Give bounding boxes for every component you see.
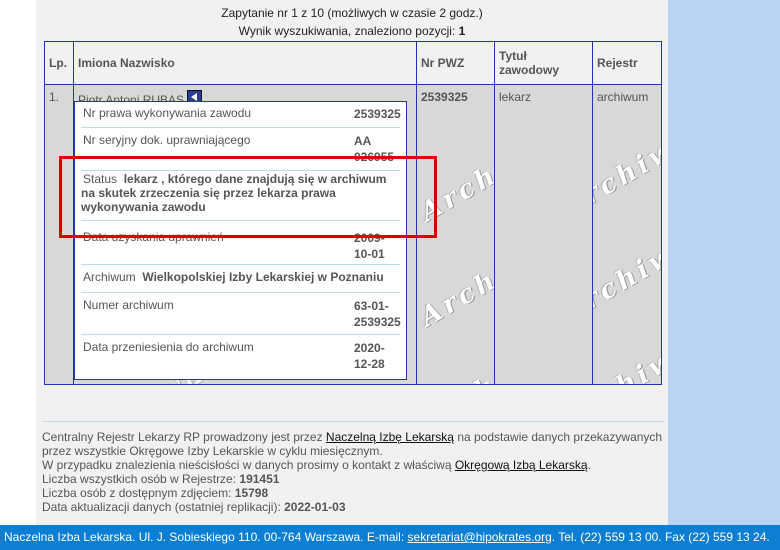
side-panel — [668, 0, 780, 525]
stat-total: 191451 — [239, 472, 280, 486]
footer-info: Centralny Rejestr Lekarzy RP prowadzony … — [42, 430, 672, 514]
stat-label: Data aktualizacji danych (ostatniej repl… — [42, 500, 285, 514]
nil-link[interactable]: Naczelną Izbę Lekarską — [326, 430, 454, 444]
footer-text: na podstawie danych przekazywanych — [453, 430, 663, 444]
footer-text: przez wszystkie Okręgowe Izby Lekarskie … — [42, 444, 383, 458]
stat-label: Liczba wszystkich osób w Rejestrze: — [42, 472, 240, 486]
archive-watermark: Archiwum — [592, 212, 662, 328]
query-counter: Zapytanie nr 1 z 10 (możliwych w czasie … — [221, 6, 483, 20]
oil-link[interactable]: Okręgową Izbą Lekarską — [455, 458, 588, 472]
detail-archnum-label: Numer archiwum — [83, 298, 174, 312]
cell-registry: archiwum Archiwum Archiwum Archiwum — [592, 84, 662, 385]
footer-text: Centralny Rejestr Lekarzy RP prowadzony … — [42, 430, 326, 444]
detail-archive: Archiwum Wielkopolskiej Izby Lekarskiej … — [81, 270, 400, 293]
header-name: Imiona Nazwisko — [73, 41, 417, 85]
details-popup: Nr prawa wykonywania zawodu 2539325 Nr s… — [74, 101, 407, 380]
detail-pwz-label: Nr prawa wykonywania zawodu — [83, 106, 252, 120]
header-registry: Rejestr — [592, 41, 662, 85]
contact-text: Naczelna Izba Lekarska. Ul. J. Sobieskie… — [4, 530, 408, 544]
detail-archive-value: Wielkopolskiej Izby Lekarskiej w Poznani… — [142, 270, 384, 284]
footer-text: W przypadku znalezienia nieścisłości w d… — [42, 458, 455, 472]
contact-bar: Naczelna Izba Lekarska. Ul. J. Sobieskie… — [0, 525, 780, 550]
detail-date-value-part2: 10-01 — [354, 247, 385, 261]
highlight-box — [59, 156, 437, 238]
stat-update-date: 2022-01-03 — [284, 500, 346, 514]
result-summary: Wynik wyszukiwania, znaleziono pozycji: … — [36, 24, 668, 38]
cell-registry-value: archiwum — [597, 90, 649, 104]
footer-text: . — [587, 458, 591, 472]
contact-text: . Tel. (22) 559 13 00. Fax (22) 559 13 2… — [551, 530, 770, 544]
stat-photos: 15798 — [234, 486, 269, 500]
result-count: 1 — [458, 24, 466, 38]
result-summary-label: Wynik wyszukiwania, znaleziono pozycji: — [238, 24, 459, 38]
detail-archnum-value-part1: 63-01- — [354, 299, 389, 313]
header-lp: Lp. — [44, 41, 74, 85]
stat-label: Liczba osób z dostępnym zdjęciem: — [42, 486, 235, 500]
detail-archive-label: Archiwum — [83, 270, 136, 284]
detail-transfer-value-part1: 2020- — [354, 341, 385, 355]
archive-watermark: Archiwum — [592, 107, 662, 223]
cell-title: lekarz — [494, 84, 593, 385]
detail-transfer-value: 2020- 12-28 — [354, 340, 385, 372]
detail-pwz-value: 2539325 — [354, 107, 401, 121]
detail-transfer: Data przeniesienia do archiwum 2020- 12-2… — [81, 340, 400, 374]
header-title: Tytuł zawodowy — [494, 41, 593, 85]
archive-watermark: Archiwum — [416, 322, 495, 385]
detail-serial-value-part1: AA — [354, 134, 372, 148]
detail-transfer-value-part2: 12-28 — [354, 357, 385, 371]
detail-pwz: Nr prawa wykonywania zawodu 2539325 — [81, 106, 401, 128]
detail-serial-label: Nr seryjny dok. uprawniającego — [83, 133, 251, 147]
header-pwz: Nr PWZ — [416, 41, 495, 85]
email-link[interactable]: sekretariat@hipokrates.org — [408, 530, 552, 544]
cell-title-value: lekarz — [499, 90, 532, 104]
detail-archnum-value: 63-01- 2539325 — [354, 298, 401, 330]
detail-archnum-value-part2: 2539325 — [354, 315, 401, 329]
detail-archnum: Numer archiwum 63-01- 2539325 — [81, 298, 401, 335]
detail-transfer-label: Data przeniesienia do archiwum — [83, 340, 254, 354]
footer-divider — [42, 421, 664, 422]
cell-pwz-value: 2539325 — [421, 90, 468, 104]
archive-watermark: Archiwum — [592, 317, 662, 385]
